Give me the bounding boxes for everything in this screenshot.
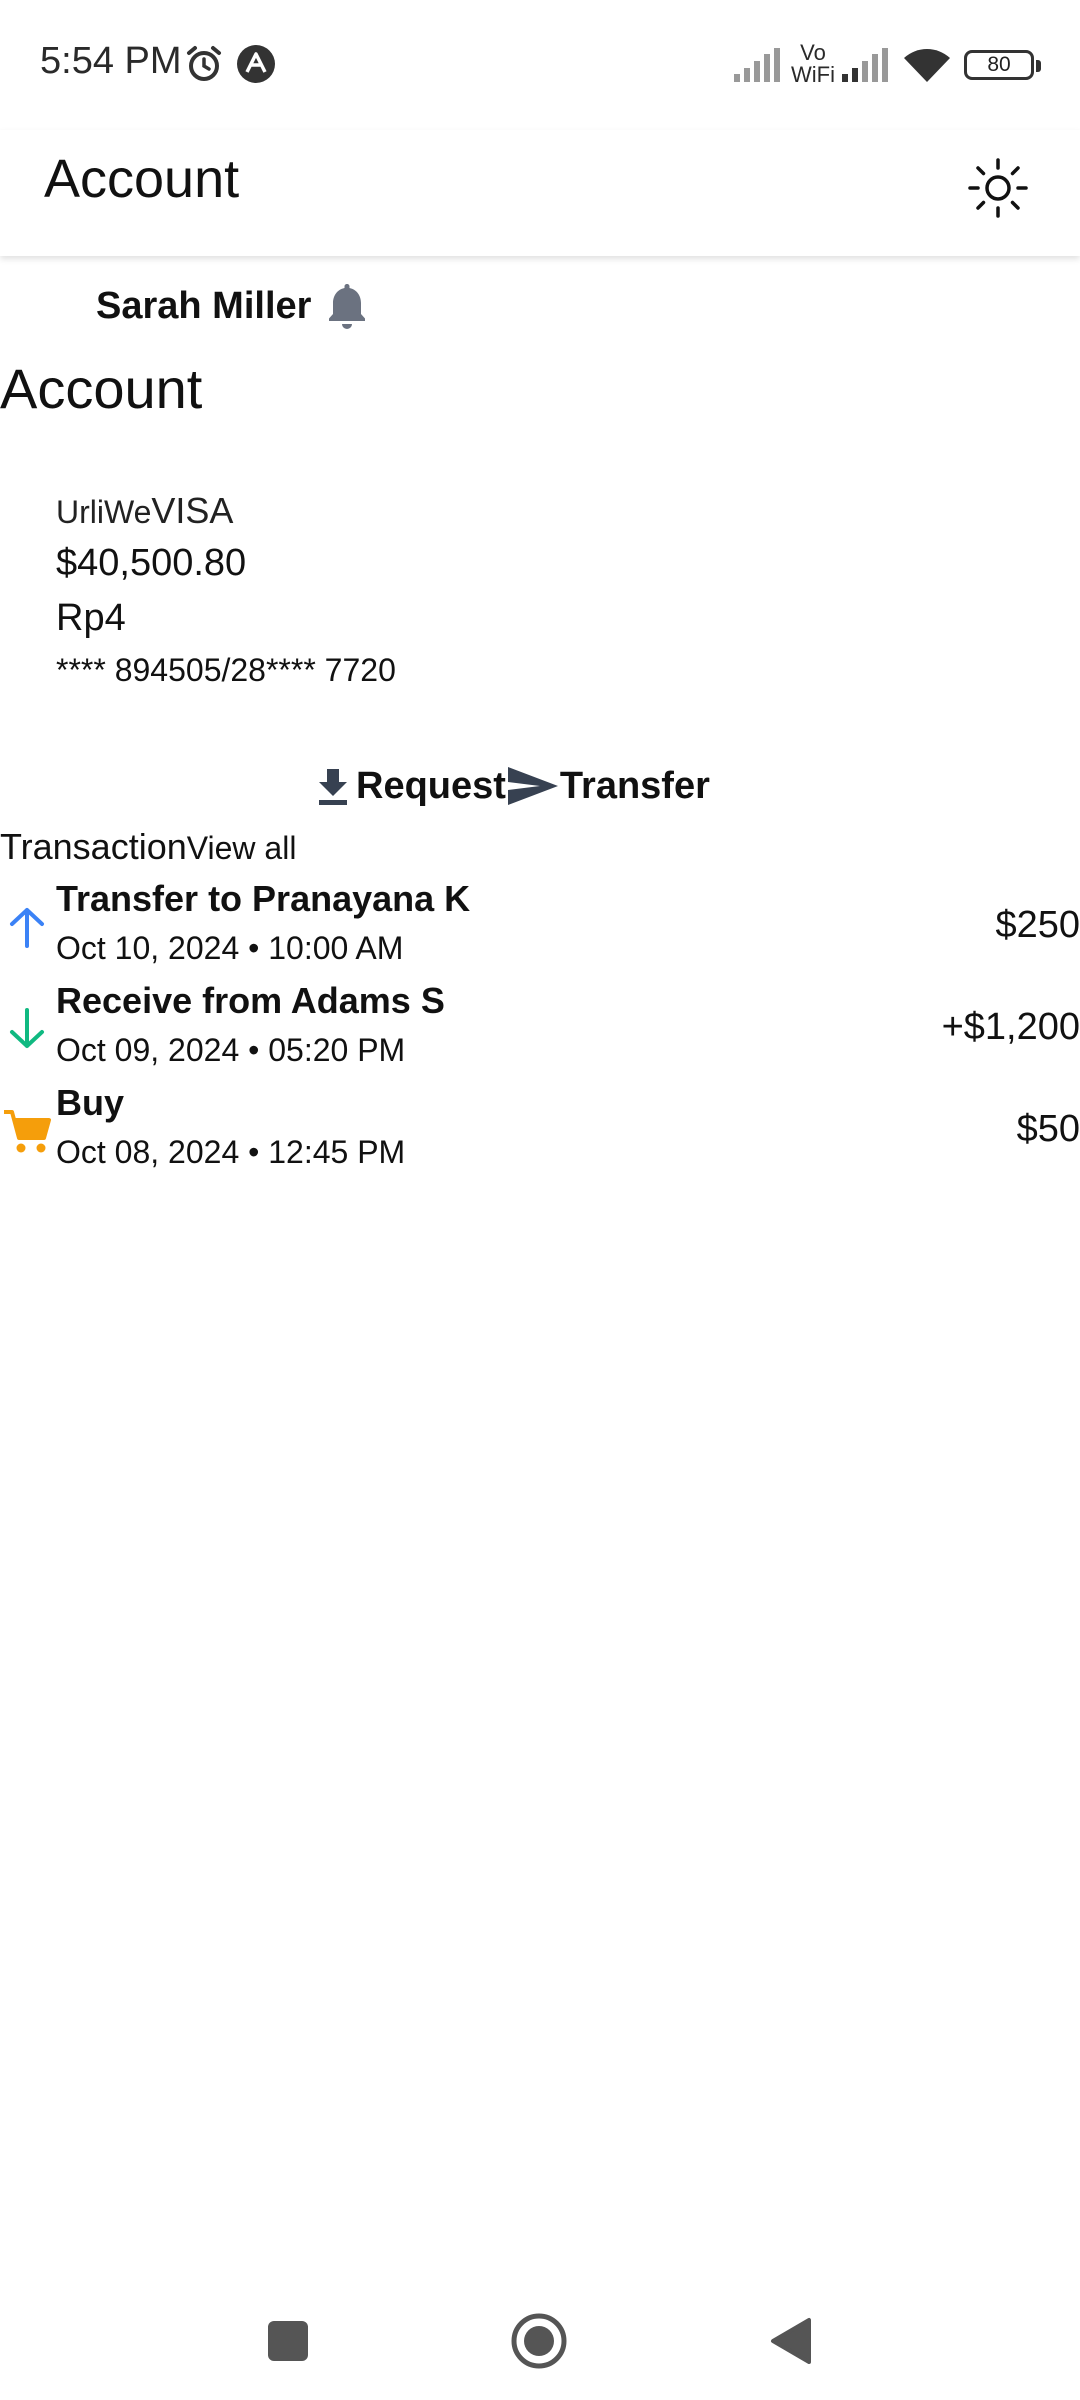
status-time: 5:54 PM: [40, 40, 182, 82]
transaction-name: Receive from Adams S: [56, 980, 445, 1021]
cart-icon: [4, 1110, 51, 1153]
card-brand: UrliWe VISA: [56, 490, 656, 532]
app-bar: Account: [0, 130, 1080, 256]
status-bar: 5:54 PM Vo WiFi 80: [0, 0, 1080, 130]
transfer-button[interactable]: Transfer: [506, 763, 710, 809]
back-icon: [771, 2318, 811, 2364]
transaction-amount: $50: [1016, 1108, 1080, 1150]
recents-button[interactable]: [253, 2306, 323, 2376]
page-title: Account: [44, 149, 240, 209]
app-a-icon: [237, 45, 275, 83]
list-item[interactable]: Buy Oct 08, 2024 • 12:45 PM $50: [0, 1080, 1080, 1182]
list-item[interactable]: Transfer to Pranayana K Oct 10, 2024 • 1…: [0, 876, 1080, 978]
alarm-icon: [187, 46, 221, 81]
card-network: VISA: [151, 490, 234, 531]
theme-toggle-button[interactable]: [960, 150, 1036, 226]
battery-icon: 80: [964, 50, 1041, 80]
card-issuer: UrliWe: [56, 494, 152, 530]
request-button[interactable]: Request: [310, 763, 506, 809]
recents-icon: [268, 2321, 308, 2361]
sun-icon: [968, 158, 1028, 218]
arrow-down-icon: [10, 1008, 44, 1048]
card-number: **** 894505/28**** 7720: [56, 652, 396, 688]
system-nav-bar: [0, 2280, 1080, 2400]
card-secondary-balance: Rp4: [56, 597, 126, 639]
vowifi-icon: Vo WiFi: [791, 40, 835, 87]
home-button[interactable]: [504, 2306, 574, 2376]
list-item[interactable]: Receive from Adams S Oct 09, 2024 • 05:2…: [0, 978, 1080, 1080]
transaction-name: Transfer to Pranayana K: [56, 878, 471, 919]
transactions-title: Transaction: [0, 826, 187, 867]
wifi-icon: [904, 49, 950, 82]
user-name: Sarah Miller: [96, 284, 312, 327]
download-icon: [319, 769, 347, 805]
transfer-label: Transfer: [559, 764, 710, 807]
request-label: Request: [356, 764, 506, 807]
account-card[interactable]: UrliWe VISA $40,500.80 Rp4 **** 894505/28…: [56, 490, 656, 689]
view-all-link[interactable]: View all: [187, 830, 297, 867]
user-greeting: Sarah Miller: [96, 278, 375, 334]
signal-icon: [842, 48, 888, 82]
transaction-name: Buy: [56, 1082, 125, 1123]
signal-icon: [734, 48, 780, 82]
transaction-date: Oct 08, 2024 • 12:45 PM: [56, 1134, 406, 1170]
send-icon: [507, 767, 558, 805]
transaction-date: Oct 09, 2024 • 05:20 PM: [56, 1032, 406, 1068]
arrow-up-icon: [10, 908, 44, 948]
action-row: Request Transfer: [310, 756, 710, 816]
transactions-header: Transaction View all: [0, 826, 296, 868]
home-icon: [511, 2313, 567, 2369]
back-button[interactable]: [755, 2306, 825, 2376]
transactions-list: Transfer to Pranayana K Oct 10, 2024 • 1…: [0, 876, 1080, 1182]
card-balance: $40,500.80: [56, 542, 247, 584]
transaction-amount: $250: [995, 904, 1080, 946]
section-title: Account: [0, 357, 203, 420]
transaction-date: Oct 10, 2024 • 10:00 AM: [56, 930, 404, 966]
bell-icon[interactable]: [319, 278, 375, 334]
transaction-amount: +$1,200: [941, 1006, 1080, 1048]
